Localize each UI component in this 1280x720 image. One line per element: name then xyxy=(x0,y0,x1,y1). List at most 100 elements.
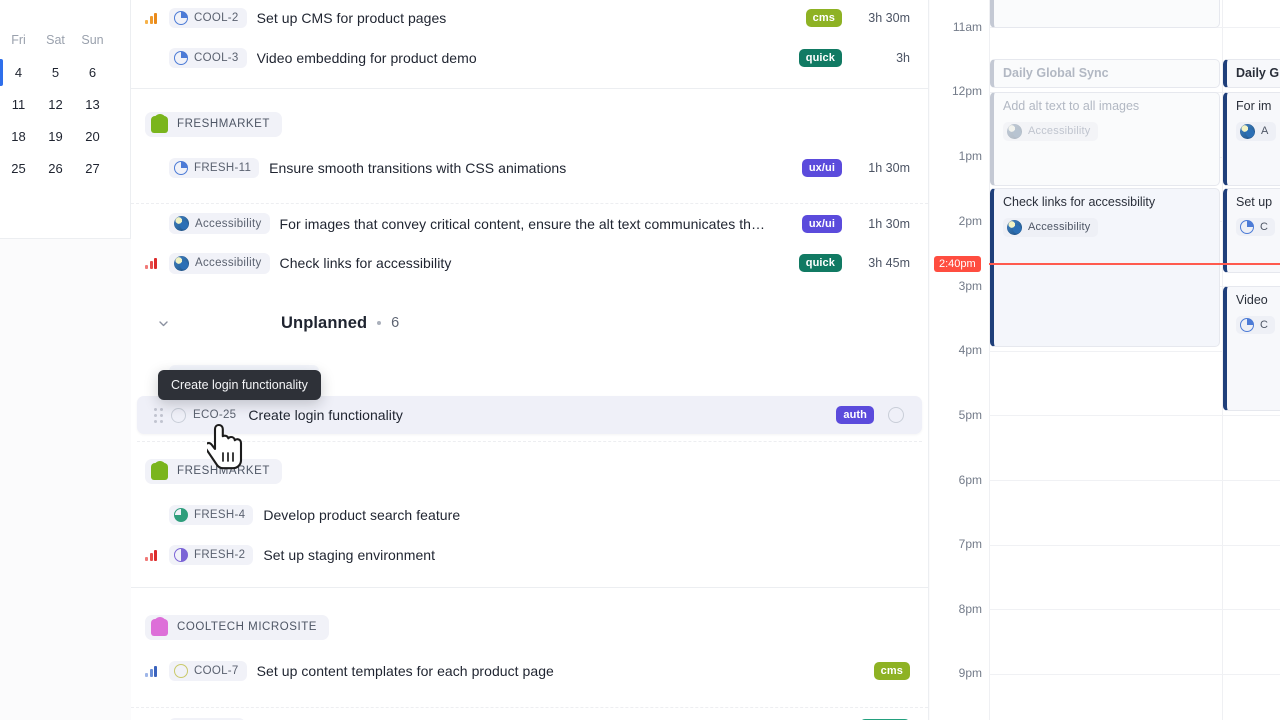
task-list-panel[interactable]: COOLTECH MICROSITE COOL-2 Set up CMS for… xyxy=(131,0,929,720)
weekday-header-sat: Sat xyxy=(46,33,65,47)
project-header-freshmarket[interactable]: FRESHMARKET xyxy=(131,451,928,491)
mini-calendar-day[interactable]: 26 xyxy=(37,161,74,176)
project-name: FRESHMARKET xyxy=(177,118,270,130)
project-chip[interactable]: COOLTECH MICROSITE xyxy=(145,614,330,640)
task-id-chip[interactable]: COOL-2 xyxy=(169,8,247,28)
task-id: Accessibility xyxy=(195,217,262,230)
task-tag[interactable]: auth xyxy=(836,406,874,424)
priority-bars-icon[interactable] xyxy=(145,52,161,64)
mini-calendar-day[interactable]: 4 xyxy=(0,65,37,80)
task-schedule-button[interactable] xyxy=(888,407,904,423)
task-row[interactable]: Accessibility Check links for accessibil… xyxy=(131,243,928,283)
calendar-time-label: 6pm xyxy=(958,473,982,487)
calendar-time-label: 1pm xyxy=(958,149,982,163)
globe-icon xyxy=(174,255,189,271)
task-estimate: 1h 30m xyxy=(868,216,910,231)
task-title: Set up content templates for each produc… xyxy=(256,663,554,679)
status-ring-icon xyxy=(174,508,188,522)
task-id-chip[interactable]: FRESH-2 xyxy=(169,545,254,565)
mini-calendar-day[interactable]: 12 xyxy=(37,97,74,112)
day-calendar-panel[interactable]: 11am 12pm 1pm 2pm 3pm 4pm 5pm 6pm 7pm 8p… xyxy=(930,0,1280,720)
mini-calendar-week-row[interactable]: 25 26 27 xyxy=(0,152,130,184)
task-title: Create login functionality xyxy=(248,407,403,423)
calendar-event-chip[interactable]: Accessibility xyxy=(1003,217,1098,237)
task-row[interactable]: FRESH-2 Set up staging environment xyxy=(131,535,928,575)
project-name: FRESHMARKET xyxy=(177,465,270,477)
mini-calendar-day[interactable]: 18 xyxy=(0,129,37,144)
task-tag[interactable]: ux/ui xyxy=(801,214,842,233)
task-id-chip[interactable]: Accessibility xyxy=(169,252,270,274)
task-row-selected[interactable]: ECO-25 Create login functionality auth xyxy=(137,396,922,434)
priority-bars-icon[interactable] xyxy=(145,12,161,24)
calendar-time-label: 9pm xyxy=(958,666,982,680)
project-chip[interactable]: FRESHMARKET xyxy=(145,458,282,484)
calendar-event[interactable]: Set up C xyxy=(1223,188,1280,273)
group-count: 6 xyxy=(391,315,400,331)
status-ring-icon xyxy=(174,161,188,175)
mini-calendar-week-row-selected[interactable]: 4 5 6 xyxy=(0,56,130,88)
mini-calendar-day[interactable]: 19 xyxy=(37,129,74,144)
task-tag[interactable]: cms xyxy=(873,662,910,680)
status-ring-icon xyxy=(1240,317,1254,332)
task-checkbox[interactable] xyxy=(171,407,186,423)
calendar-event-chip[interactable]: C xyxy=(1236,217,1276,236)
task-id-chip[interactable]: Accessibility xyxy=(169,213,270,234)
calendar-event[interactable]: Daily G xyxy=(1223,59,1280,88)
task-id-chip[interactable]: FRESH-4 xyxy=(169,505,254,525)
task-tag[interactable]: quick xyxy=(798,254,842,272)
task-row[interactable]: COOL-7 Set up content templates for each… xyxy=(131,651,928,691)
calendar-event-chip[interactable]: Accessibility xyxy=(1003,121,1098,141)
status-ring-icon xyxy=(1240,219,1254,234)
project-header-cooltech-microsite[interactable]: COOLTECH MICROSITE xyxy=(131,607,928,647)
priority-bars-icon[interactable] xyxy=(145,162,161,174)
project-name: COOLTECH MICROSITE xyxy=(177,621,318,633)
task-tag[interactable]: quick xyxy=(798,49,842,67)
calendar-event[interactable]: For im A xyxy=(1223,92,1280,186)
task-row[interactable]: FRESH-11 Ensure smooth transitions with … xyxy=(131,148,928,188)
priority-bars-icon[interactable] xyxy=(145,549,161,561)
task-row[interactable]: COOL-3 Video embedding for product demo … xyxy=(131,38,928,78)
task-title: Set up staging environment xyxy=(263,547,436,563)
chevron-down-icon[interactable] xyxy=(157,317,170,330)
mini-calendar-day[interactable]: 11 xyxy=(0,97,37,112)
priority-bars-icon[interactable] xyxy=(145,665,161,677)
project-chip[interactable]: FRESHMARKET xyxy=(145,111,282,137)
task-row[interactable]: Accessibility For images that convey cri… xyxy=(131,203,928,243)
task-id-chip[interactable]: COOL-3 xyxy=(169,48,247,68)
mini-calendar-day[interactable]: 27 xyxy=(74,161,111,176)
task-tag[interactable]: cms xyxy=(805,9,842,27)
calendar-event-chip[interactable]: C xyxy=(1236,315,1276,334)
group-header-unplanned[interactable]: Unplanned 6 xyxy=(131,301,928,345)
priority-bars-icon[interactable] xyxy=(145,257,161,269)
task-id: FRESH-4 xyxy=(194,509,246,521)
drag-handle-icon[interactable] xyxy=(151,406,165,424)
mini-calendar-week-row[interactable]: 18 19 20 xyxy=(0,120,130,152)
task-id-chip[interactable]: COOL-7 xyxy=(169,661,247,681)
calendar-event-above-fold[interactable] xyxy=(990,0,1220,28)
project-header-freshmarket[interactable]: FRESHMARKET xyxy=(131,104,928,144)
task-tag[interactable]: ux/ui xyxy=(801,159,842,177)
calendar-event[interactable]: Daily Global Sync xyxy=(990,59,1220,88)
priority-bars-icon[interactable] xyxy=(145,218,161,230)
mini-calendar-day[interactable]: 6 xyxy=(74,65,111,80)
task-title: For images that convey critical content,… xyxy=(279,215,766,232)
task-row[interactable]: COOL-2 Set up CMS for product pages cms … xyxy=(131,0,928,38)
calendar-event[interactable]: Add alt text to all images Accessibility xyxy=(990,92,1220,186)
mini-calendar-day[interactable]: 5 xyxy=(37,65,74,80)
mini-calendar-week-row[interactable]: 11 12 13 xyxy=(0,88,130,120)
task-id-chip[interactable]: FRESH-11 xyxy=(169,158,260,178)
task-title: Develop product search feature xyxy=(263,507,461,523)
task-row[interactable]: ECO-22 Create mobile-first CSS styles mo… xyxy=(131,707,928,720)
calendar-event[interactable]: Video C xyxy=(1223,286,1280,411)
mini-calendar-day[interactable]: 13 xyxy=(74,97,111,112)
calendar-time-label: 7pm xyxy=(958,537,982,551)
priority-bars-icon[interactable] xyxy=(145,509,161,521)
task-id: FRESH-2 xyxy=(194,549,246,561)
task-row[interactable]: FRESH-4 Develop product search feature xyxy=(131,495,928,535)
calendar-event-chip[interactable]: A xyxy=(1236,121,1276,141)
task-id: Accessibility xyxy=(195,257,262,269)
weekday-header-fri: Fri xyxy=(11,33,26,47)
calendar-event-selected[interactable]: Check links for accessibility Accessibil… xyxy=(990,188,1220,347)
mini-calendar-day[interactable]: 25 xyxy=(0,161,37,176)
mini-calendar-day[interactable]: 20 xyxy=(74,129,111,144)
